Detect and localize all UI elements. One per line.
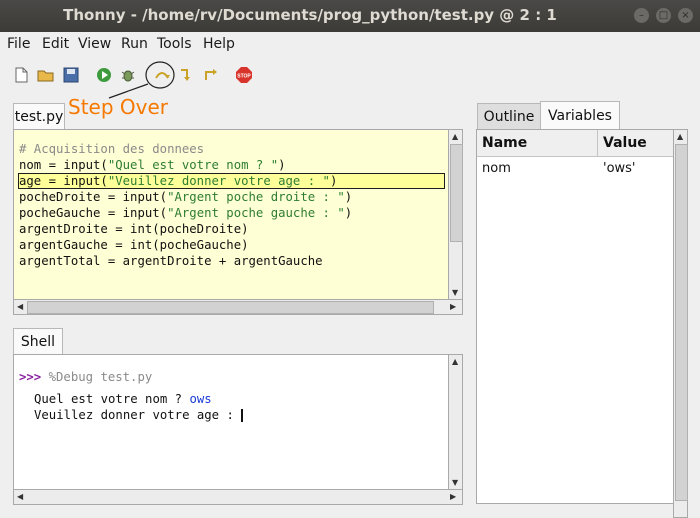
variables-vertical-scrollbar[interactable]: ▲ xyxy=(673,129,688,518)
shell-command: %Debug test.py xyxy=(48,370,153,384)
menu-tools[interactable]: Tools xyxy=(157,36,192,52)
scroll-right-icon[interactable]: ▶ xyxy=(450,302,456,311)
code-line: pocheGauche = input("Argent poche gauche… xyxy=(19,206,353,220)
code-line: pocheDroite = input("Argent poche droite… xyxy=(19,190,353,204)
title-bar: Thonny - /home/rv/Documents/prog_python/… xyxy=(0,0,700,32)
code-line: age = input("Veuillez donner votre age :… xyxy=(19,174,338,188)
scroll-right-icon[interactable]: ▶ xyxy=(450,492,456,501)
code-line: argentDroite = int(pocheDroite) xyxy=(19,222,249,236)
code-line: argentTotal = argentDroite + argentGauch… xyxy=(19,254,323,268)
variable-name[interactable]: nom xyxy=(482,161,511,176)
code-editor[interactable]: # Acquisition des donnees nom = input("Q… xyxy=(13,129,450,301)
tab-variables[interactable]: Variables xyxy=(540,101,620,130)
save-icon[interactable] xyxy=(62,66,80,84)
scroll-left-icon[interactable]: ◀ xyxy=(17,302,23,311)
variables-table: Name Value nom 'ows' xyxy=(476,129,675,504)
tab-shell[interactable]: Shell xyxy=(13,328,63,355)
tab-outline[interactable]: Outline xyxy=(477,103,541,130)
scroll-up-icon[interactable]: ▲ xyxy=(452,132,458,141)
scroll-thumb[interactable] xyxy=(27,301,434,314)
debug-icon[interactable] xyxy=(119,66,137,84)
scroll-thumb[interactable] xyxy=(450,144,463,242)
shell-horizontal-scrollbar[interactable]: ◀ ▶ xyxy=(13,489,463,505)
scroll-up-icon[interactable]: ▲ xyxy=(452,357,458,366)
stop-label: STOP xyxy=(237,74,251,80)
shell-user-input: ows xyxy=(189,392,212,406)
shell-output-line: Veuillez donner votre age : xyxy=(34,407,244,423)
menu-bar: File Edit View Run Tools Help xyxy=(0,32,700,56)
scroll-left-icon[interactable]: ◀ xyxy=(17,492,23,501)
open-folder-icon[interactable] xyxy=(37,66,55,84)
scroll-down-icon[interactable]: ▼ xyxy=(452,288,458,297)
new-file-icon[interactable] xyxy=(12,66,30,84)
menu-file[interactable]: File xyxy=(7,36,30,52)
shell-output: Quel est votre nom ? xyxy=(34,392,190,406)
shell-console[interactable]: >>> %Debug test.py Quel est votre nom ? … xyxy=(13,354,450,491)
shell-output: Veuillez donner votre age : xyxy=(34,408,242,422)
code-line: nom = input("Quel est votre nom ? ") xyxy=(19,158,286,172)
editor-horizontal-scrollbar[interactable]: ◀ ▶ xyxy=(13,299,463,315)
step-into-icon[interactable] xyxy=(177,66,195,84)
run-icon[interactable] xyxy=(95,66,113,84)
close-icon[interactable]: × xyxy=(678,8,693,23)
step-out-icon[interactable] xyxy=(201,66,219,84)
scroll-up-icon[interactable]: ▲ xyxy=(677,132,683,141)
column-header-value[interactable]: Value xyxy=(598,130,674,157)
variable-value[interactable]: 'ows' xyxy=(603,161,636,176)
shell-vertical-scrollbar[interactable]: ▲ ▼ xyxy=(448,354,463,491)
step-over-icon[interactable] xyxy=(153,66,171,84)
tab-test-py[interactable]: test.py xyxy=(13,103,65,130)
menu-help[interactable]: Help xyxy=(203,36,235,52)
minimize-icon[interactable]: – xyxy=(634,8,649,23)
scroll-thumb[interactable] xyxy=(675,144,688,501)
code-line: # Acquisition des donnees xyxy=(19,142,205,156)
stop-icon[interactable]: STOP xyxy=(235,66,253,84)
annotation-label: Step Over xyxy=(68,95,168,119)
column-header-name[interactable]: Name xyxy=(477,130,598,157)
code-line: argentGauche = int(pocheGauche) xyxy=(19,238,249,252)
menu-view[interactable]: View xyxy=(78,36,111,52)
scroll-down-icon[interactable]: ▼ xyxy=(452,478,458,487)
shell-command-line: >>> %Debug test.py xyxy=(19,369,152,385)
menu-run[interactable]: Run xyxy=(121,36,148,52)
shell-prompt: >>> xyxy=(19,370,42,384)
shell-output-line: Quel est votre nom ? ows xyxy=(34,391,212,407)
window-title: Thonny - /home/rv/Documents/prog_python/… xyxy=(63,6,557,24)
text-cursor xyxy=(241,409,244,422)
menu-edit[interactable]: Edit xyxy=(42,36,69,52)
editor-vertical-scrollbar[interactable]: ▲ ▼ xyxy=(448,129,463,301)
maximize-icon[interactable]: □ xyxy=(656,8,671,23)
